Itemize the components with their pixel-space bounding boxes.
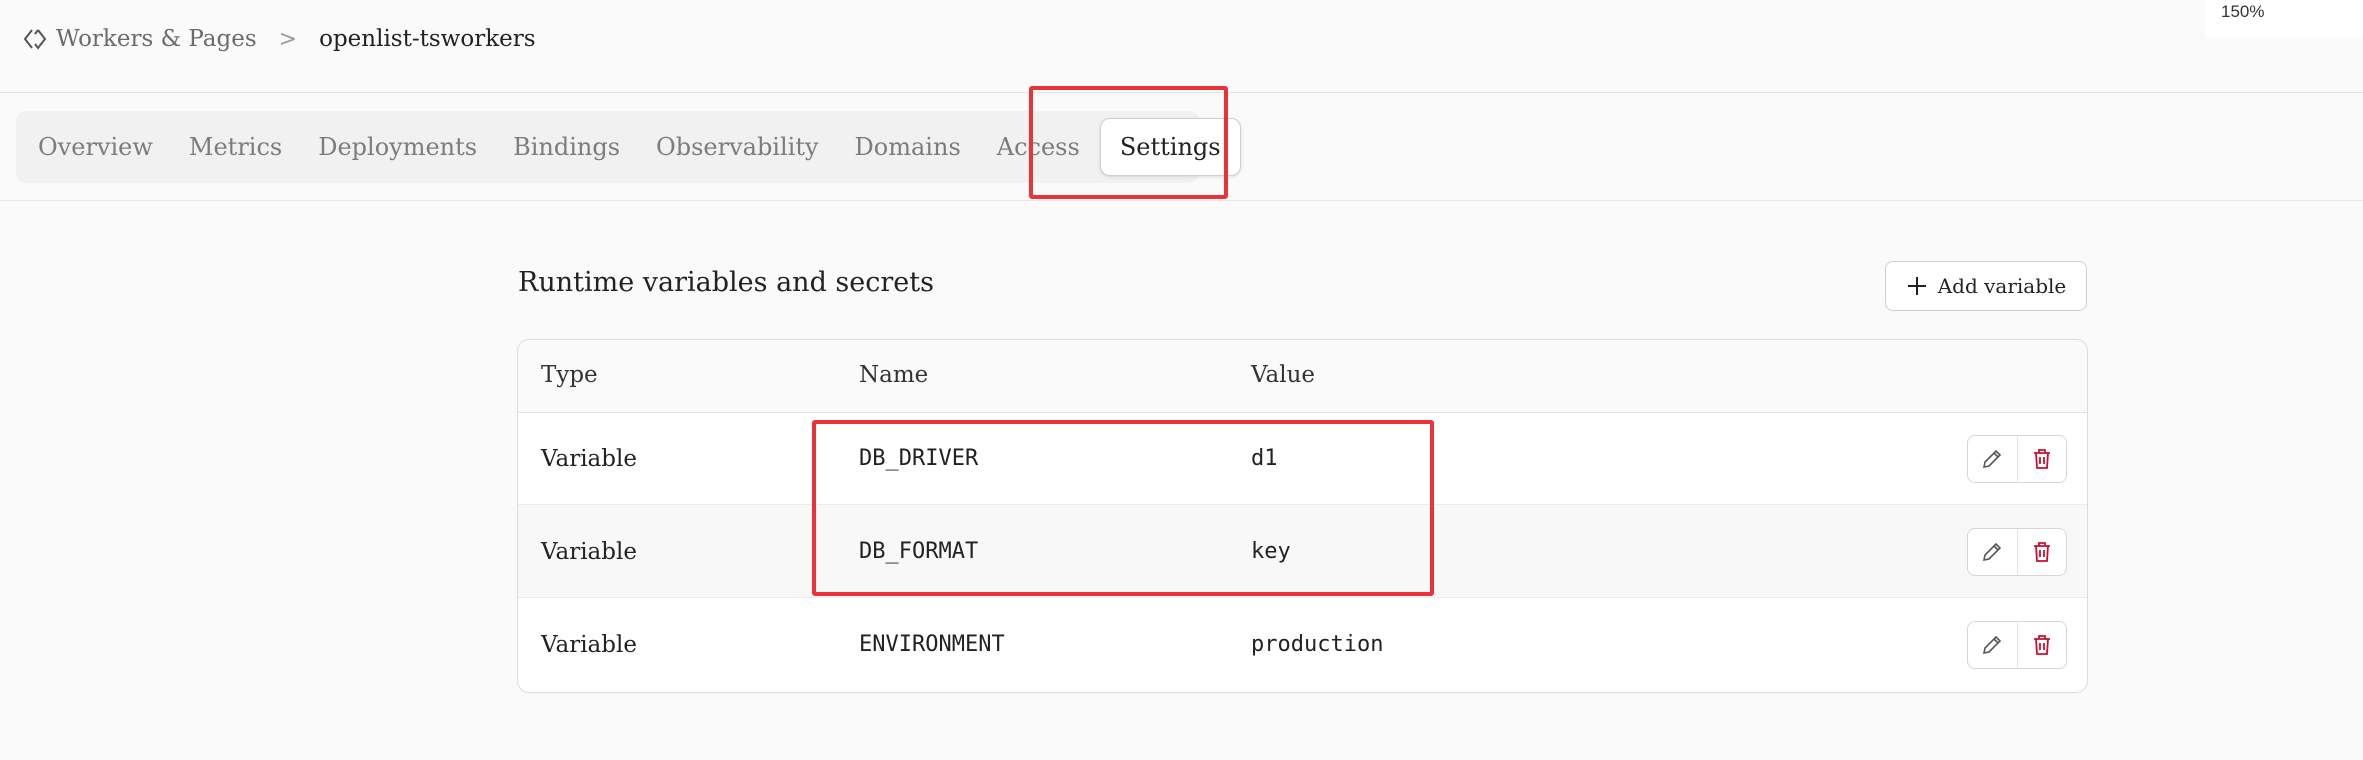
row-name: ENVIRONMENT <box>859 632 1005 657</box>
edit-button[interactable] <box>1968 529 2017 575</box>
plus-icon <box>1907 277 1926 295</box>
table-header: Type Name Value <box>518 340 2087 413</box>
edit-icon <box>1983 449 2002 469</box>
section-title: Runtime variables and secrets <box>518 267 934 298</box>
tab-bindings[interactable]: Bindings <box>495 118 638 176</box>
row-type: Variable <box>541 446 637 472</box>
chevron-right-icon: > <box>278 26 298 52</box>
workers-icon <box>23 29 47 50</box>
row-type: Variable <box>541 539 637 565</box>
tab-metrics[interactable]: Metrics <box>171 118 300 176</box>
row-actions <box>1967 435 2067 483</box>
column-header-name: Name <box>859 362 929 388</box>
delete-icon <box>2033 635 2050 655</box>
tab-deployments[interactable]: Deployments <box>300 118 495 176</box>
row-actions <box>1967 528 2067 576</box>
tab-list: Overview Metrics Deployments Bindings Ob… <box>16 111 1241 183</box>
tab-observability[interactable]: Observability <box>638 118 837 176</box>
add-variable-label: Add variable <box>1937 274 2067 298</box>
row-value: production <box>1251 632 1384 657</box>
row-actions <box>1967 621 2067 669</box>
delete-button[interactable] <box>2016 529 2067 575</box>
add-variable-button[interactable]: Add variable <box>1885 261 2087 311</box>
tab-overview[interactable]: Overview <box>20 118 171 176</box>
breadcrumb-parent-link[interactable]: Workers & Pages <box>56 26 257 52</box>
edit-icon <box>1983 542 2002 562</box>
table-row: Variable ENVIRONMENT production <box>518 598 2087 691</box>
variables-highlight-box <box>812 420 1434 596</box>
breadcrumb: Workers & Pages > openlist-tsworkers <box>22 22 536 56</box>
column-header-type: Type <box>541 362 598 388</box>
settings-highlight-box <box>1029 86 1228 199</box>
delete-button[interactable] <box>2016 622 2067 668</box>
edit-button[interactable] <box>1968 436 2017 482</box>
breadcrumb-current: openlist-tsworkers <box>319 26 536 52</box>
delete-icon <box>2033 449 2050 469</box>
edit-button[interactable] <box>1968 622 2017 668</box>
delete-button[interactable] <box>2016 436 2067 482</box>
edit-icon <box>1983 635 2002 655</box>
header: Workers & Pages > openlist-tsworkers <box>0 0 2363 93</box>
delete-icon <box>2033 542 2050 562</box>
column-header-value: Value <box>1251 362 1315 388</box>
row-type: Variable <box>541 632 637 658</box>
tab-domains[interactable]: Domains <box>837 118 979 176</box>
